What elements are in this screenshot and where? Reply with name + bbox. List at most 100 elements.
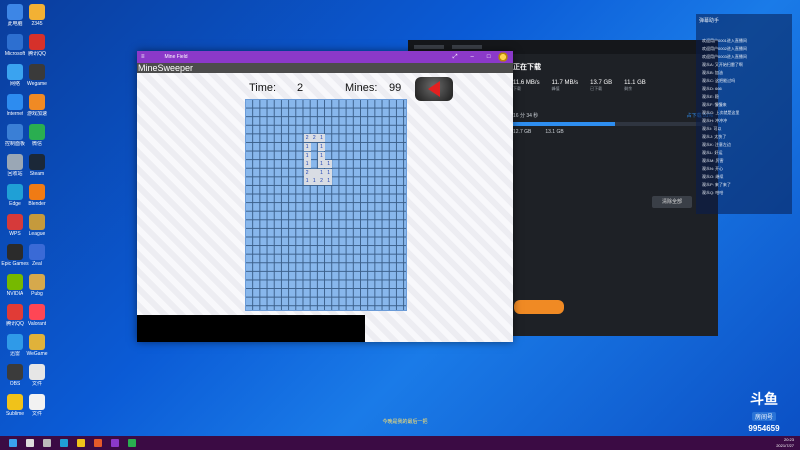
desktop-icon[interactable]: 腾讯QQ	[22, 34, 52, 57]
revealed-cell[interactable]: 1	[310, 177, 318, 186]
app-icon	[7, 64, 23, 80]
app-icon	[7, 364, 23, 380]
app-icon	[29, 304, 45, 320]
stream-subtitle: 今晚是我的最后一把	[382, 419, 428, 425]
danmaku-message: 观众K: 注意左边	[702, 142, 731, 147]
task-view-icon[interactable]	[43, 439, 51, 447]
app-icon	[29, 34, 45, 50]
revealed-cell[interactable]: 2	[310, 134, 318, 143]
folder-icon[interactable]	[77, 439, 85, 447]
app-icon	[7, 94, 23, 110]
app-icon	[29, 124, 45, 140]
app-icon	[29, 394, 45, 410]
app-name: MineSweeper	[138, 63, 194, 73]
minesweeper-window[interactable]: ≡ Mine Field ⤢ – □ × MineSweeper Time: 2…	[137, 51, 513, 342]
danmaku-message: 观众P: 来了来了	[702, 182, 731, 187]
clear-all-button[interactable]: 清除全部	[652, 196, 692, 208]
download-stat: 11.1 GB 剩余	[624, 80, 646, 92]
danmaku-message: 观众F: 慢慢来	[702, 102, 727, 107]
app-icon	[29, 154, 45, 170]
menu-icon[interactable]: ≡	[141, 54, 145, 60]
minimize-icon[interactable]: –	[471, 54, 474, 61]
black-overlay	[137, 315, 365, 342]
desktop-icon[interactable]: 微信	[22, 124, 52, 147]
revealed-cell[interactable]: 1	[318, 134, 325, 143]
desktop-icon[interactable]: 游戏加速	[22, 94, 52, 117]
revealed-cell[interactable]: 1	[303, 177, 311, 186]
desktop-icon[interactable]: 文件	[22, 394, 52, 417]
download-size-b: 13.1 GB	[545, 129, 564, 135]
desktop-icon[interactable]: Zeal	[22, 244, 52, 267]
search-icon[interactable]	[26, 439, 34, 447]
desktop-icon[interactable]: 文件	[22, 364, 52, 387]
desktop-icon[interactable]: Blender	[22, 184, 52, 207]
desktop-icon[interactable]: Steam	[22, 154, 52, 177]
windows-start-icon[interactable]	[9, 439, 17, 447]
download-status-panel: 正在下载 11.6 MB/s 下载 11.7 MB/s 峰值 13.7 GB 已下载 11.…	[513, 62, 713, 242]
desktop-icon[interactable]: League	[22, 214, 52, 237]
revealed-cell[interactable]: 1	[325, 160, 333, 169]
download-stat: 11.6 MB/s 下载	[513, 80, 540, 92]
app-icon	[29, 4, 45, 20]
app-icon	[7, 394, 23, 410]
desktop-icon-label: NVIDIA	[6, 291, 24, 297]
revealed-cell[interactable]: 1	[325, 168, 333, 177]
danmaku-message: 观众E: 稳	[702, 94, 719, 99]
revealed-cell[interactable]: 2	[318, 177, 325, 186]
edge-icon[interactable]	[60, 439, 68, 447]
sound-toggle-button[interactable]	[415, 77, 453, 101]
room-number: 9954659	[748, 424, 780, 433]
taskbar: 20:23 2021/7/27	[0, 436, 800, 450]
revealed-cell[interactable]: 1	[325, 177, 333, 186]
revealed-cell[interactable]: 1	[318, 168, 325, 177]
gear-icon[interactable]	[497, 51, 509, 63]
danmaku-message: 欢迎用户0002进入直播间	[702, 46, 747, 51]
minefield-grid[interactable]: 22111111112111121	[245, 99, 407, 311]
revealed-cell[interactable]: 1	[303, 160, 311, 169]
game-area: Time: 2 Mines: 99 22111111112111121	[137, 73, 513, 342]
pin-icon[interactable]: ⤢	[453, 54, 458, 61]
app-icon	[7, 274, 23, 290]
minesweeper-taskbar-icon[interactable]	[111, 439, 119, 447]
app-icon	[7, 184, 23, 200]
app-icon	[29, 184, 45, 200]
app-icon	[29, 244, 45, 260]
download-stats: 11.6 MB/s 下载 11.7 MB/s 峰值 13.7 GB 已下载 11.1 GB 剩…	[513, 80, 713, 92]
revealed-cell[interactable]: 2	[303, 134, 311, 143]
desktop-icon-label: League	[28, 231, 46, 237]
danmaku-message: 观众G: 上次就是这里	[702, 110, 740, 115]
desktop-icon[interactable]: 2345	[22, 4, 52, 27]
room-label: 房间号	[751, 412, 776, 421]
download-time-left: 16 分 34 秒	[513, 113, 539, 119]
revealed-cell[interactable]: 1	[303, 143, 311, 151]
revealed-cell[interactable]: 1	[318, 160, 325, 169]
download-orange-button[interactable]	[514, 300, 564, 314]
revealed-cell[interactable]: 2	[303, 168, 311, 177]
desktop-icon-label: Steam	[29, 171, 45, 177]
revealed-cell[interactable]: 1	[318, 151, 325, 160]
desktop-icon[interactable]: Pubg	[22, 274, 52, 297]
app-icon	[7, 154, 23, 170]
danmaku-message: 观众N: 开心	[702, 166, 724, 171]
time-value: 2	[297, 82, 304, 94]
system-clock[interactable]: 20:23 2021/7/27	[776, 437, 794, 449]
app-icon	[29, 64, 45, 80]
danmaku-message: 观众D: 666	[702, 86, 722, 91]
maximize-icon[interactable]: □	[487, 54, 491, 61]
desktop-icon[interactable]: Valorant	[22, 304, 52, 327]
revealed-cell[interactable]: 1	[303, 151, 311, 160]
danmaku-message: 观众M: 厉害	[702, 158, 724, 163]
desktop-icon[interactable]: Wegame	[22, 64, 52, 87]
danmaku-message: 观众H: 冲冲冲	[702, 118, 728, 123]
revealed-cell[interactable]: 1	[318, 143, 325, 151]
danmaku-message: 观众O: 继续	[702, 174, 724, 179]
revealed-cell[interactable]	[310, 168, 318, 177]
desktop-icon[interactable]: WeGame	[22, 334, 52, 357]
danmaku-message: 欢迎用户0003进入直播间	[702, 54, 747, 59]
game-taskbar-icon[interactable]	[128, 439, 136, 447]
app-icon	[7, 124, 23, 140]
speaker-icon	[428, 81, 440, 97]
danmaku-header: 弹幕助手	[699, 18, 720, 24]
app-icon[interactable]	[94, 439, 102, 447]
window-titlebar[interactable]: ≡ Mine Field ⤢ – □ ×	[137, 51, 513, 63]
